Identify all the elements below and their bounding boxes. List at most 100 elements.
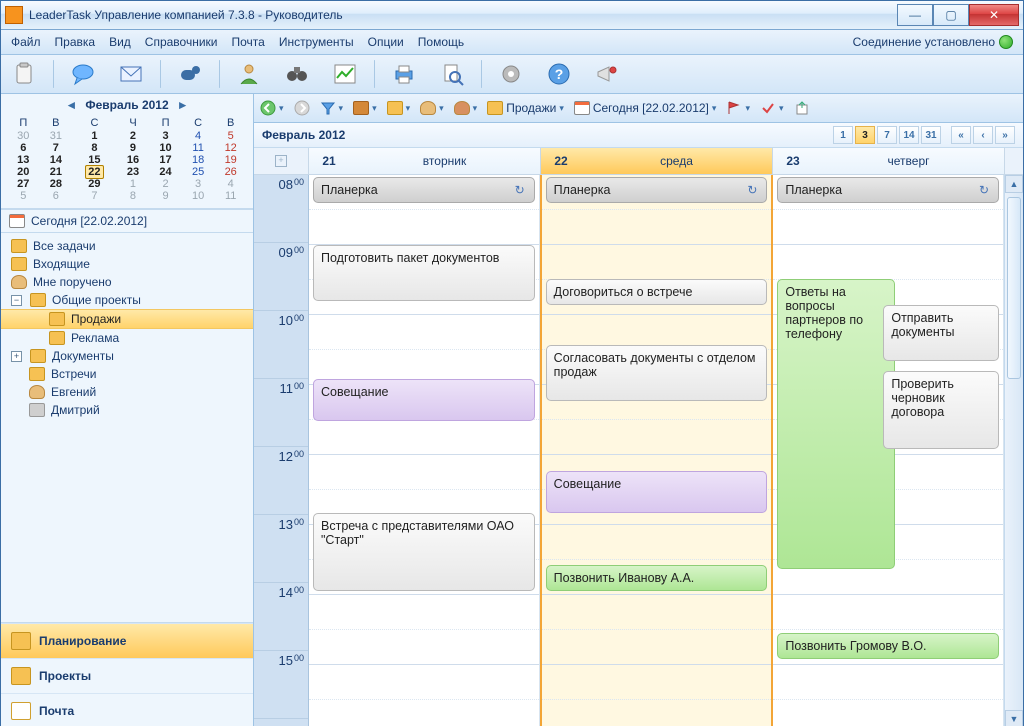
nav-mail[interactable]: Почта [1, 693, 253, 726]
tree-assigned[interactable]: Мне поручено [1, 273, 253, 291]
folder-icon [387, 101, 403, 115]
export-button[interactable] [794, 100, 810, 116]
event[interactable]: Ответы на вопросы партнеров по телефону [777, 279, 895, 569]
event[interactable]: Проверить черновик договора [883, 371, 999, 449]
task-tree: Все задачи Входящие Мне поручено −Общие … [1, 233, 253, 423]
calendar-grid: 08000900100011001200130014001500 ↻Планер… [254, 175, 1023, 726]
stats-tool[interactable] [330, 59, 360, 89]
user-filter-button[interactable]: ▾ [420, 101, 444, 115]
minimize-button[interactable]: — [897, 4, 933, 26]
menu-options[interactable]: Опции [368, 35, 404, 49]
tree-meetings[interactable]: Встречи [1, 365, 253, 383]
menu-file[interactable]: Файл [11, 35, 41, 49]
app-icon [5, 6, 23, 24]
menu-view[interactable]: Вид [109, 35, 131, 49]
day-column-22[interactable]: ↻Планерка Договориться о встрече Согласова… [540, 175, 774, 726]
briefcase-button[interactable]: ▾ [353, 101, 377, 115]
tree-evgeniy[interactable]: Евгений [1, 383, 253, 401]
nav-projects[interactable]: Проекты [1, 658, 253, 693]
megaphone-tool[interactable] [592, 59, 622, 89]
svg-text:?: ? [555, 66, 564, 82]
day-header-22[interactable]: 22среда [541, 148, 773, 174]
mail-tool[interactable] [116, 59, 146, 89]
nav-prev[interactable]: ‹ [973, 126, 993, 144]
menu-edit[interactable]: Правка [55, 35, 96, 49]
event[interactable]: Договориться о встрече [546, 279, 768, 305]
nav-next[interactable]: » [995, 126, 1015, 144]
day-header-23[interactable]: 23четверг [773, 148, 1005, 174]
breadcrumb-today[interactable]: Сегодня [22.02.2012]▾ [574, 101, 717, 115]
filter-button[interactable]: ▾ [320, 100, 344, 116]
calendar-grid[interactable]: ПВСЧПСВ303112345678910111213141516171819… [7, 116, 247, 202]
tree-projects[interactable]: −Общие проекты [1, 291, 253, 309]
forward-button[interactable] [294, 100, 310, 116]
nav-planning[interactable]: Планирование [1, 623, 253, 658]
event[interactable]: Позвонить Громову В.О. [777, 633, 999, 659]
nav-first[interactable]: « [951, 126, 971, 144]
menu-mail[interactable]: Почта [231, 35, 264, 49]
tree-docs[interactable]: +Документы [1, 347, 253, 365]
close-button[interactable]: ✕ [969, 4, 1019, 26]
binoculars-tool[interactable] [282, 59, 312, 89]
clipboard-tool[interactable] [9, 59, 39, 89]
back-button[interactable]: ▾ [260, 100, 284, 116]
event[interactable]: ↻Планерка [313, 177, 535, 203]
scroll-up-icon[interactable]: ▲ [1005, 175, 1023, 193]
chat-tool[interactable] [68, 59, 98, 89]
day-header-21[interactable]: 21вторник [309, 148, 541, 174]
menu-refs[interactable]: Справочники [145, 35, 218, 49]
tree-dmitriy[interactable]: Дмитрий [1, 401, 253, 419]
event[interactable]: Совещание [313, 379, 535, 421]
collapse-icon[interactable]: − [11, 295, 22, 306]
folder-button[interactable]: ▾ [387, 101, 411, 115]
event[interactable]: Подготовить пакет документов [313, 245, 535, 301]
menu-help[interactable]: Помощь [418, 35, 464, 49]
event[interactable]: Встреча с представителями ОАО "Старт" [313, 513, 535, 591]
day-column-21[interactable]: ↻Планерка Подготовить пакет документов Сов… [309, 175, 540, 726]
cal-prev[interactable]: ◄ [65, 99, 77, 111]
event[interactable]: Согласовать документы с отделом продаж [546, 345, 768, 401]
event[interactable]: ↻Планерка [777, 177, 999, 203]
expand-icon[interactable]: + [11, 351, 22, 362]
sidebar-today[interactable]: Сегодня [22.02.2012] [1, 209, 253, 233]
gear-tool[interactable] [496, 59, 526, 89]
scroll-thumb[interactable] [1007, 197, 1021, 379]
tree-inbox[interactable]: Входящие [1, 255, 253, 273]
cal-next[interactable]: ► [177, 99, 189, 111]
person-icon [29, 385, 45, 399]
check-button[interactable]: ▾ [760, 100, 784, 116]
assignee-filter-button[interactable]: ▾ [454, 101, 478, 115]
vertical-scrollbar[interactable]: ▲ ▼ [1004, 175, 1023, 726]
breadcrumb-sales[interactable]: Продажи▾ [487, 101, 564, 115]
range-31[interactable]: 31 [921, 126, 941, 144]
main-area: ▾ ▾ ▾ ▾ ▾ ▾ Продажи▾ Сегодня [22.02.2012… [254, 94, 1023, 726]
folder-icon [29, 367, 45, 381]
briefcase-icon [353, 101, 369, 115]
event[interactable]: Позвонить Иванову А.А. [546, 565, 768, 591]
help-tool[interactable]: ? [544, 59, 574, 89]
tree-sales[interactable]: Продажи [1, 309, 253, 329]
connection-ok-icon [999, 35, 1013, 49]
tree-all-tasks[interactable]: Все задачи [1, 237, 253, 255]
event[interactable]: Отправить документы [883, 305, 999, 361]
range-1[interactable]: 1 [833, 126, 853, 144]
event[interactable]: Совещание [546, 471, 768, 513]
tree-ads[interactable]: Реклама [1, 329, 253, 347]
mail-icon [11, 702, 31, 720]
range-7[interactable]: 7 [877, 126, 897, 144]
maximize-button[interactable]: ▢ [933, 4, 969, 26]
event[interactable]: ↻Планерка [546, 177, 768, 203]
print-tool[interactable] [389, 59, 419, 89]
range-3[interactable]: 3 [855, 126, 875, 144]
main-toolbar: ? [1, 55, 1023, 94]
expand-allday-icon[interactable]: + [275, 155, 287, 167]
day-column-23[interactable]: ↻Планерка Ответы на вопросы партнеров по … [773, 175, 1004, 726]
flag-button[interactable]: ▾ [726, 100, 750, 116]
range-14[interactable]: 14 [899, 126, 919, 144]
calendar-icon [574, 101, 590, 115]
preview-tool[interactable] [437, 59, 467, 89]
menu-instruments[interactable]: Инструменты [279, 35, 354, 49]
user-tool[interactable] [234, 59, 264, 89]
sync-tool[interactable] [175, 59, 205, 89]
scroll-down-icon[interactable]: ▼ [1005, 710, 1023, 726]
